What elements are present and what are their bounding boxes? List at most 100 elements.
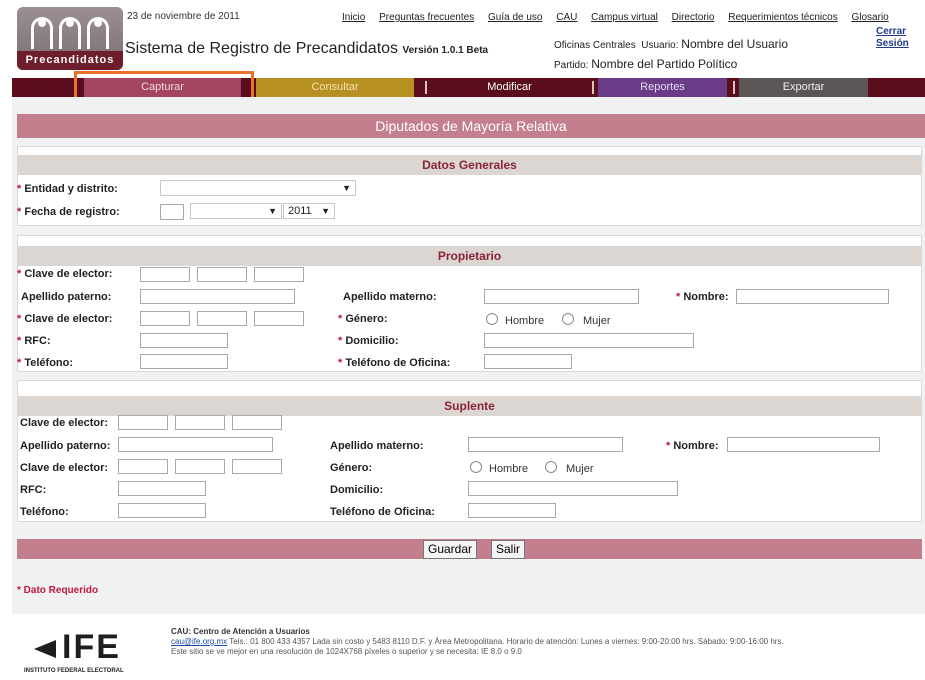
precandidatos-logo[interactable]: Precandidatos <box>17 7 123 70</box>
nav-consultar[interactable]: Consultar <box>256 78 414 97</box>
sup-telefono-oficina-input[interactable] <box>468 503 556 518</box>
chevron-down-icon: ▼ <box>268 206 277 216</box>
sup-domicilio-input[interactable] <box>468 481 678 496</box>
resolution-note: Este sitio se ve mejor en una resolución… <box>171 647 522 656</box>
chevron-down-icon: ▼ <box>342 183 351 193</box>
user-name: Nombre del Usuario <box>681 37 789 51</box>
link-directorio[interactable]: Directorio <box>672 12 715 23</box>
link-glosario[interactable]: Glosario <box>852 12 889 23</box>
sup-clave2-input-3[interactable] <box>232 459 282 474</box>
suplente-title: Suplente <box>18 396 921 416</box>
exit-button[interactable]: Salir <box>491 540 526 559</box>
sup-clave-input-2[interactable] <box>175 415 225 430</box>
prop-mujer-text: Mujer <box>583 315 611 327</box>
cau-title: CAU: Centro de Atención a Usuarios <box>171 627 310 636</box>
sup-hombre-text: Hombre <box>489 463 529 475</box>
ife-emblem-icon <box>34 640 56 658</box>
prop-apellido-paterno-input[interactable] <box>140 289 295 304</box>
prop-clave-label: Clave de elector: <box>17 268 112 280</box>
sup-apellido-materno-input[interactable] <box>468 437 623 452</box>
contact-line: cau@ife.org.mx Tels.: 01 800 433 4357 La… <box>171 637 921 647</box>
save-button[interactable]: Guardar <box>423 540 478 559</box>
logout-line1[interactable]: Cerrar <box>876 26 906 37</box>
link-cau[interactable]: CAU <box>556 12 577 23</box>
prop-nombre-input[interactable] <box>736 289 889 304</box>
sup-clave-label: Clave de elector: <box>20 417 109 429</box>
cau-email-link[interactable]: cau@ife.org.mx <box>171 637 227 646</box>
nav-reportes[interactable]: Reportes <box>598 78 727 97</box>
prop-apellido-paterno-label: Apellido paterno: <box>21 291 112 303</box>
sup-nombre-label: Nombre: <box>666 440 718 452</box>
prop-clave2-input-1[interactable] <box>140 311 190 326</box>
ife-logo-subtitle: INSTITUTO FEDERAL ELECTORAL <box>24 668 124 674</box>
required-note: * Dato Requerido <box>17 585 99 596</box>
prop-hombre-radio[interactable] <box>486 313 498 325</box>
nav-separator <box>592 81 594 94</box>
prop-mujer-radio[interactable] <box>562 313 574 325</box>
sup-hombre-radio[interactable] <box>470 461 482 473</box>
prop-domicilio-label: Domicilio: <box>338 335 398 347</box>
nav-exportar[interactable]: Exportar <box>739 78 868 97</box>
prop-clave-input-1[interactable] <box>140 267 190 282</box>
entidad-label: Entidad y distrito: <box>17 183 118 195</box>
nav-separator <box>733 81 735 94</box>
app-title-text: Sistema de Registro de Precandidatos <box>125 40 399 57</box>
footer-text: CAU: Centro de Atención a Usuarios cau@i… <box>171 627 921 657</box>
propietario-title: Propietario <box>18 246 921 266</box>
link-campus-virtual[interactable]: Campus virtual <box>591 12 658 23</box>
party-info: Partido: Nombre del Partido Político <box>554 57 737 71</box>
sup-apellido-paterno-input[interactable] <box>118 437 273 452</box>
user-label: Usuario: <box>641 40 679 51</box>
prop-telefono-oficina-label: Teléfono de Oficina: <box>338 357 450 369</box>
sup-clave-input-1[interactable] <box>118 415 168 430</box>
prop-domicilio-input[interactable] <box>484 333 694 348</box>
prop-apellido-materno-label: Apellido materno: <box>343 291 437 303</box>
fecha-month-select[interactable]: ▼ <box>190 203 282 219</box>
nav-modificar[interactable]: Modificar <box>432 78 587 97</box>
sup-mujer-radio[interactable] <box>545 461 557 473</box>
sup-apellido-materno-label: Apellido materno: <box>330 440 424 452</box>
prop-telefono-input[interactable] <box>140 354 228 369</box>
party-name: Nombre del Partido Político <box>591 57 738 71</box>
prop-rfc-input[interactable] <box>140 333 228 348</box>
sup-nombre-input[interactable] <box>727 437 880 452</box>
prop-genero-label: Género: <box>338 313 387 325</box>
prop-clave-input-2[interactable] <box>197 267 247 282</box>
sup-domicilio-label: Domicilio: <box>330 484 384 496</box>
sup-telefono-input[interactable] <box>118 503 206 518</box>
datos-generales-title: Datos Generales <box>18 155 921 175</box>
sup-clave-input-3[interactable] <box>232 415 282 430</box>
prop-telefono-label: Teléfono: <box>17 357 73 369</box>
prop-telefono-oficina-input[interactable] <box>484 354 572 369</box>
prop-clave-input-3[interactable] <box>254 267 304 282</box>
year-value: 2011 <box>288 205 312 217</box>
prop-apellido-materno-input[interactable] <box>484 289 639 304</box>
header: Precandidatos 23 de noviembre de 2011 Si… <box>0 0 925 74</box>
top-links: Inicio Preguntas frecuentes Guía de uso … <box>342 12 889 23</box>
current-date: 23 de noviembre de 2011 <box>127 11 240 22</box>
footer: IFE INSTITUTO FEDERAL ELECTORAL CAU: Cen… <box>0 618 925 680</box>
sup-rfc-input[interactable] <box>118 481 206 496</box>
link-preguntas-frecuentes[interactable]: Preguntas frecuentes <box>379 12 474 23</box>
sup-rfc-label: RFC: <box>20 484 47 496</box>
prop-clave2-input-3[interactable] <box>254 311 304 326</box>
sup-genero-label: Género: <box>330 462 373 474</box>
logo-label: Precandidatos <box>17 51 123 70</box>
fecha-year-select[interactable]: 2011 ▼ <box>283 203 335 219</box>
nav-separator <box>425 81 427 94</box>
sup-clave2-input-2[interactable] <box>175 459 225 474</box>
app-version: Versión 1.0.1 Beta <box>402 45 489 56</box>
logout-line2[interactable]: Sesión <box>876 38 909 49</box>
office-label: Oficinas Centrales <box>554 40 636 51</box>
sup-clave2-input-1[interactable] <box>118 459 168 474</box>
link-inicio[interactable]: Inicio <box>342 12 365 23</box>
sup-telefono-oficina-label: Teléfono de Oficina: <box>330 506 435 518</box>
entidad-select[interactable]: ▼ <box>160 180 356 196</box>
link-guia-de-uso[interactable]: Guía de uso <box>488 12 542 23</box>
prop-clave2-input-2[interactable] <box>197 311 247 326</box>
logout-link[interactable]: Cerrar Sesión <box>876 26 909 50</box>
ife-logo: IFE INSTITUTO FEDERAL ELECTORAL <box>24 630 154 680</box>
fecha-day-input[interactable] <box>160 204 184 220</box>
contact-text: Tels.: 01 800 433 4357 Lada sin costo y … <box>227 637 784 646</box>
link-requerimientos-tecnicos[interactable]: Requerimientos técnicos <box>728 12 838 23</box>
